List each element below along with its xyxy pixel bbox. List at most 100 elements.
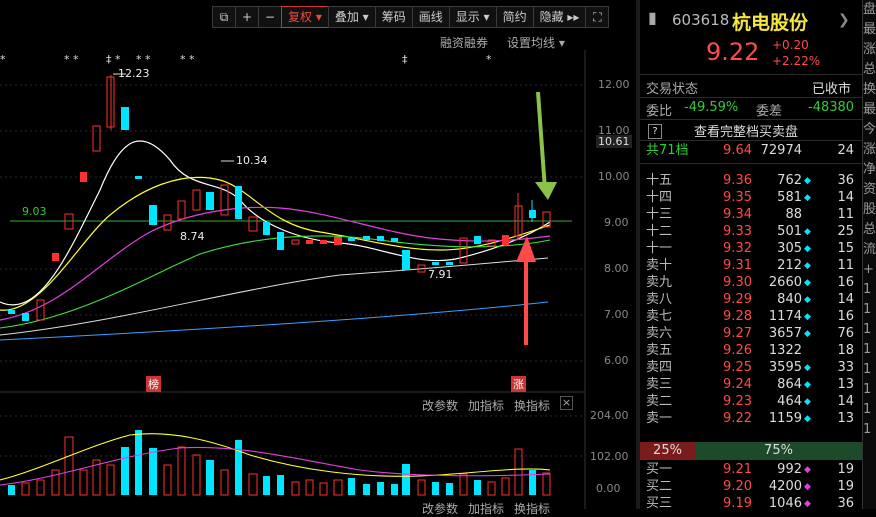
side-tab[interactable]: 最 [863,100,876,120]
order-row-ask[interactable]: 十五 9.36 762 ◆ 36 [640,172,862,190]
side-tab[interactable]: 涨 [863,140,876,160]
side-tab[interactable]: 换 [863,80,876,100]
order-dot-icon: ◆ [804,414,811,424]
side-tab[interactable]: 资 [863,180,876,200]
side-tab[interactable]: 1 [863,320,876,340]
order-row-ask[interactable]: 卖八 9.29 840 ◆ 14 [640,291,862,309]
side-tab[interactable]: 1 [863,360,876,380]
side-tab[interactable]: 总 [863,60,876,80]
order-volume: 1159 [768,411,802,426]
side-tab[interactable]: 1 [863,420,876,440]
axis-tick: 9.00 [604,216,629,229]
junxian-link[interactable]: 设置均线 ▾ [507,34,565,51]
total-vol: 72974 [760,143,802,158]
window-icon[interactable]: ⧉ [212,6,236,28]
order-row-ask[interactable]: 卖三 9.24 864 ◆ 13 [640,376,862,394]
order-row-ask[interactable]: 卖十 9.31 212 ◆ 11 [640,257,862,275]
order-row-ask[interactable]: 十二 9.33 501 ◆ 25 [640,223,862,241]
order-count: 18 [837,343,854,358]
order-row-ask[interactable]: 卖九 9.30 2660 ◆ 16 [640,274,862,292]
side-tab[interactable]: 1 [863,380,876,400]
full-book-button[interactable]: 查看完整档买卖盘 [694,121,798,140]
order-row-ask[interactable]: 十一 9.32 305 ◆ 15 [640,240,862,258]
ratio-bar: 25% 75% [640,442,862,460]
order-level-name: 十一 [646,241,673,256]
total-row: 共71档 9.64 72974 24 [640,142,862,160]
side-tab[interactable]: 总 [863,220,876,240]
next-stock-icon[interactable]: ❯ [838,12,850,28]
yincang-button[interactable]: 隐藏 ▸▸ [532,6,587,28]
order-row-bid[interactable]: 买二 9.20 4200 ◆ 19 [640,478,862,496]
order-count: 14 [837,292,854,307]
axis-tick: 7.00 [604,308,629,321]
menu-icon[interactable]: ▮ [648,8,657,27]
kline-chart-area: ⧉ + − 复权 ▾ 叠加 ▾ 筹码 画线 显示 ▾ 简约 隐藏 ▸▸ ⛶ 融资… [0,0,636,516]
zhang-badge[interactable]: 涨 [511,376,526,392]
order-row-ask[interactable]: 卖一 9.22 1159 ◆ 13 [640,410,862,428]
side-tab[interactable]: 1 [863,340,876,360]
side-tab[interactable]: 净 [863,160,876,180]
order-row-bid[interactable]: 买一 9.21 992 ◆ 19 [640,461,862,479]
high-annotation: 12.23 [118,67,150,80]
xianshi-dropdown[interactable]: 显示 ▾ [448,6,497,28]
marker: * * [180,53,195,66]
order-count: 11 [837,258,854,273]
order-row-ask[interactable]: 卖四 9.25 3595 ◆ 33 [640,359,862,377]
order-count: 36 [837,173,854,188]
jianyue-button[interactable]: 简约 [495,6,534,28]
order-row-ask[interactable]: 卖六 9.27 3657 ◆ 76 [640,325,862,343]
order-volume: 212 [777,258,802,273]
side-tab[interactable]: 股 [863,200,876,220]
order-volume: 88 [785,207,802,222]
order-dot-icon: ◆ [804,312,811,322]
jiazhibiao-link[interactable]: 加指标 [468,397,504,414]
expand-icon[interactable]: ⛶ [585,6,610,28]
help-icon[interactable]: ? [648,124,662,139]
side-tab[interactable]: 流 [863,240,876,260]
close-indicator-button[interactable]: × [560,396,573,410]
diejia-dropdown[interactable]: 叠加 ▾ [327,6,376,28]
gaicanshu-link[interactable]: 改参数 [422,397,458,414]
zoom-in-button[interactable]: + [235,6,259,28]
mid-annotation: 10.34 [236,154,268,167]
order-row-bid[interactable]: 买三 9.19 1046 ◆ 36 [640,495,862,513]
side-tab[interactable]: 今 [863,120,876,140]
rongzi-link[interactable]: 融资融券 [440,34,488,51]
chart-svg [0,50,586,509]
side-tab[interactable]: 1 [863,280,876,300]
side-tab[interactable]: 最 [863,20,876,40]
order-price: 9.28 [723,309,752,324]
order-dot-icon: ◆ [804,244,811,254]
huanzhibiao-link[interactable]: 换指标 [514,397,550,414]
order-row-ask[interactable]: 卖二 9.23 464 ◆ 14 [640,393,862,411]
side-tab[interactable]: 1 [863,300,876,320]
side-tab[interactable]: 盘 [863,0,876,20]
order-count: 16 [837,275,854,290]
order-volume: 501 [777,224,802,239]
huaxian-button[interactable]: 画线 [411,6,450,28]
side-tab[interactable]: + [863,260,876,280]
zoom-out-button[interactable]: − [258,6,282,28]
order-count: 14 [837,394,854,409]
status-label: 交易状态 [646,82,699,97]
current-price-tag: 10.61 [596,135,632,148]
order-row-ask[interactable]: 卖五 9.26 1322 18 [640,342,862,360]
divider [640,97,862,98]
side-tab[interactable]: 1 [863,400,876,420]
order-price: 9.30 [723,275,752,290]
order-row-ask[interactable]: 十四 9.35 581 ◆ 14 [640,189,862,207]
order-row-ask[interactable]: 卖七 9.28 1174 ◆ 16 [640,308,862,326]
bang-badge[interactable]: 榜 [146,376,161,392]
marker: * * [136,53,151,66]
order-price: 9.27 [723,326,752,341]
fuquan-dropdown[interactable]: 复权 ▾ [281,6,329,28]
order-count: 14 [837,190,854,205]
order-level-name: 卖九 [646,275,673,290]
order-price: 9.34 [723,207,752,222]
side-tab[interactable]: 涨 [863,40,876,60]
order-row-ask[interactable]: 十三 9.34 88 11 [640,206,862,224]
weibi-label: 委比 [646,104,673,119]
order-dot-icon: ◆ [804,380,811,390]
chouma-button[interactable]: 筹码 [374,6,413,28]
order-volume: 4200 [768,479,802,494]
